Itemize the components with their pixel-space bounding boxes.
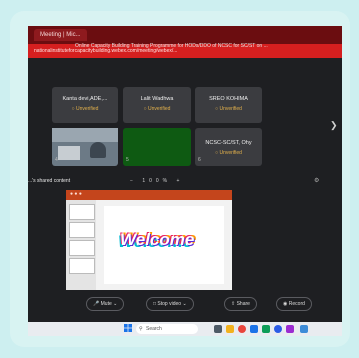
task-view-icon[interactable] bbox=[214, 325, 222, 333]
presentation-controls-icon: ● ● ● bbox=[70, 191, 82, 197]
record-button[interactable]: ◉ Record bbox=[276, 297, 312, 311]
webex-icon[interactable] bbox=[286, 325, 294, 333]
file-explorer-icon[interactable] bbox=[226, 325, 234, 333]
video-desk bbox=[58, 146, 80, 160]
browser-tabbar: Meeting | Mic... bbox=[28, 26, 342, 44]
participant-tile[interactable]: Lalit Wadhwa ○ Unverified bbox=[123, 87, 191, 123]
current-slide: Welcome bbox=[104, 206, 224, 284]
participant-status: ○ Unverified bbox=[215, 150, 242, 156]
store-icon[interactable] bbox=[250, 325, 258, 333]
view-options-icon[interactable]: ⚙ bbox=[314, 177, 319, 184]
slide-thumbnail bbox=[69, 240, 95, 256]
participant-number: 5 bbox=[126, 157, 129, 163]
participant-name: Kanta devi,ADE,... bbox=[62, 96, 108, 102]
share-button[interactable]: ⇧ Share bbox=[224, 297, 257, 311]
participant-tile[interactable]: Kanta devi,ADE,... ○ Unverified bbox=[52, 87, 118, 123]
taskbar-search-input[interactable]: ⚲ Search bbox=[136, 324, 198, 334]
participant-number: 4 bbox=[55, 157, 58, 163]
participant-status: ○ Unverified bbox=[215, 106, 242, 112]
windows-start-icon[interactable] bbox=[124, 324, 132, 332]
zoom-level: 100% bbox=[142, 178, 172, 184]
participant-name: Lalit Wadhwa bbox=[140, 96, 174, 102]
participant-name: SREO KOHIMA bbox=[209, 96, 248, 102]
stop-video-button[interactable]: □ Stop video ⌄ bbox=[146, 297, 194, 311]
slide-thumbnail bbox=[69, 204, 95, 220]
slide-thumbnail bbox=[69, 258, 95, 274]
meeting-title: Online Capacity Building Training Progra… bbox=[75, 43, 268, 49]
shared-content-label: ...'s shared content bbox=[28, 178, 71, 184]
participant-video-tile[interactable]: 5 bbox=[123, 128, 191, 166]
video-wall bbox=[52, 128, 118, 142]
participant-number: 6 bbox=[198, 157, 201, 163]
app-icon[interactable] bbox=[300, 325, 308, 333]
participant-tile[interactable]: SREO KOHIMA ○ Unverified bbox=[195, 87, 262, 123]
presentation-toolbar: ● ● ● bbox=[66, 190, 232, 200]
participant-video-tile[interactable]: 4 bbox=[52, 128, 118, 166]
participant-name: NCSC-SC/ST, Ohy bbox=[205, 140, 252, 146]
video-person bbox=[90, 142, 106, 158]
participant-status: ○ Unverified bbox=[143, 106, 171, 112]
next-page-arrow-icon[interactable]: ❯ bbox=[330, 120, 338, 131]
meeting-controls: 🎤 Mute ⌄ □ Stop video ⌄ ⇧ Share ◉ Record bbox=[84, 297, 336, 311]
chrome-icon[interactable] bbox=[238, 325, 246, 333]
mute-button[interactable]: 🎤 Mute ⌄ bbox=[86, 297, 125, 311]
slide-thumbnail bbox=[69, 222, 95, 238]
shared-presentation: ● ● ● Welcome bbox=[66, 190, 232, 290]
participant-status: ○ Unverified bbox=[71, 106, 99, 112]
app-icon[interactable] bbox=[262, 325, 270, 333]
zoom-control[interactable]: − 100% + bbox=[130, 178, 183, 184]
slide-title: Welcome bbox=[120, 230, 195, 249]
windows-taskbar: ⚲ Search bbox=[28, 322, 342, 336]
search-icon: ⚲ bbox=[139, 326, 143, 332]
slide-thumbnails bbox=[66, 200, 96, 290]
browser-tab[interactable]: Meeting | Mic... bbox=[34, 29, 87, 41]
participant-tile[interactable]: NCSC-SC/ST, Ohy ○ Unverified 6 bbox=[195, 128, 262, 166]
edge-icon[interactable] bbox=[274, 325, 282, 333]
